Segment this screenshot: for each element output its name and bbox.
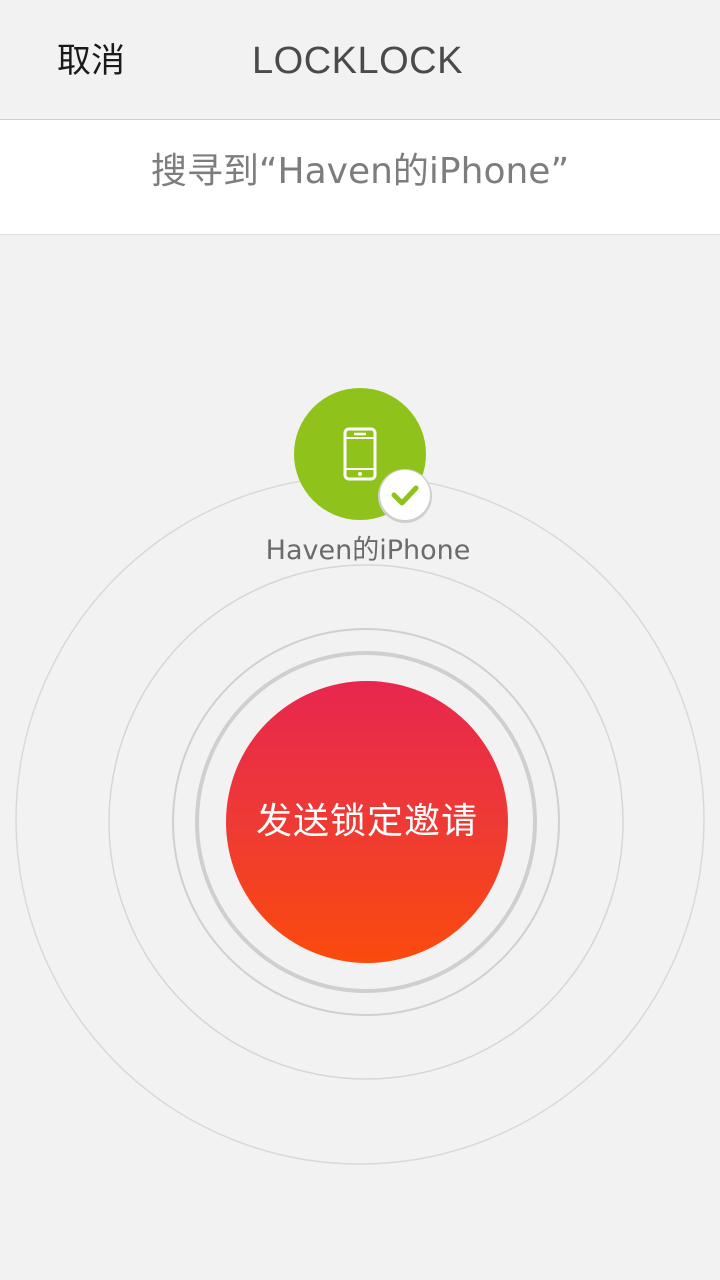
device-name-label: Haven的iPhone: [265, 535, 471, 566]
radar-view: [15, 388, 705, 1165]
send-lock-invite-button[interactable]: 发送锁定邀请: [226, 681, 508, 963]
check-icon: [378, 469, 432, 523]
device-avatar[interactable]: [294, 388, 432, 523]
send-lock-invite-label: 发送锁定邀请: [255, 801, 478, 842]
